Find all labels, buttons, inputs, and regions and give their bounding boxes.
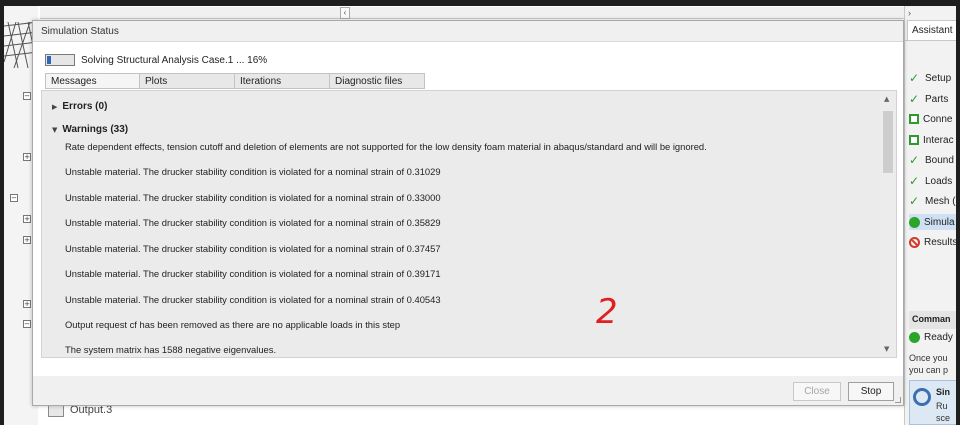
warning-message: Unstable material. The drucker stability… xyxy=(65,268,441,279)
step-setup[interactable]: ✓ Setup xyxy=(909,70,951,86)
step-parts[interactable]: ✓ Parts xyxy=(909,91,948,107)
resize-grip-icon[interactable] xyxy=(895,397,901,403)
scroll-left-button[interactable]: ‹ xyxy=(340,7,350,19)
step-label: Interac xyxy=(923,134,954,146)
progress-text: Solving Structural Analysis Case.1 ... 1… xyxy=(81,54,268,66)
step-label: Results xyxy=(924,236,956,248)
scroll-up-icon[interactable]: ▲ xyxy=(884,95,889,103)
tab-bar: Messages Plots Iterations Diagnostic fil… xyxy=(45,73,425,89)
right-border xyxy=(956,0,960,425)
step-interactions[interactable]: Interac xyxy=(909,132,954,148)
step-label: Bound xyxy=(925,154,954,166)
simulation-card-desc-line: sce xyxy=(936,413,951,423)
running-status-icon xyxy=(909,216,920,228)
step-results[interactable]: Results xyxy=(909,234,956,250)
tree-expand-icon[interactable]: + xyxy=(23,215,31,223)
step-connections[interactable]: Conne xyxy=(909,111,952,127)
checkmark-icon: ✓ xyxy=(909,71,920,85)
scrollbar-thumb[interactable] xyxy=(883,111,893,173)
errors-section[interactable]: ▶ Errors (0) xyxy=(52,101,107,112)
tab-plots[interactable]: Plots xyxy=(140,73,235,89)
step-label: Parts xyxy=(925,93,949,105)
warning-message: Output request cf has been removed as th… xyxy=(65,319,401,330)
assistant-panel: › Assistant ✓ Setup ✓ Parts Conne Intera… xyxy=(904,6,956,425)
scroll-down-icon[interactable]: ▼ xyxy=(884,345,889,353)
warning-message: The system matrix has 1588 negative eige… xyxy=(65,344,277,355)
warnings-section[interactable]: ▼ Warnings (33) xyxy=(52,124,128,135)
messages-scrollbar[interactable]: ▲ ▼ xyxy=(880,91,896,357)
tree-expand-icon[interactable]: − xyxy=(10,194,18,202)
step-label: Loads xyxy=(925,175,953,187)
simulation-status-dialog: Simulation Status Solving Structural Ana… xyxy=(32,20,904,406)
tab-assistant[interactable]: Assistant xyxy=(907,20,956,40)
checkmark-icon: ✓ xyxy=(909,194,920,208)
progress-bar xyxy=(45,54,75,66)
simulation-card[interactable]: Sin Ru sce xyxy=(909,380,956,425)
tree-expand-icon[interactable]: + xyxy=(23,153,31,161)
step-mesh[interactable]: ✓ Mesh ( xyxy=(909,193,956,209)
ready-status: Ready xyxy=(909,332,953,343)
ready-label: Ready xyxy=(924,332,953,343)
warning-message: Unstable material. The drucker stability… xyxy=(65,217,441,228)
horizontal-scrollbar[interactable] xyxy=(40,7,904,19)
expand-arrow-icon[interactable]: › xyxy=(908,8,911,18)
warning-message: Unstable material. The drucker stability… xyxy=(65,192,441,203)
stop-button[interactable]: Stop xyxy=(848,382,894,401)
checkmark-icon: ✓ xyxy=(909,174,920,188)
step-boundary[interactable]: ✓ Bound xyxy=(909,152,954,168)
dialog-title: Simulation Status xyxy=(41,26,119,37)
command-info: Once you you can p xyxy=(909,352,956,376)
step-label: Mesh ( xyxy=(925,195,956,207)
tab-iterations[interactable]: Iterations xyxy=(235,73,330,89)
step-label: Simula xyxy=(924,216,955,228)
warning-message: Unstable material. The drucker stability… xyxy=(65,166,441,177)
simulation-card-title: Sin xyxy=(936,387,951,397)
checkmark-icon: ✓ xyxy=(909,92,920,106)
tab-divider xyxy=(905,40,956,41)
progress-row: Solving Structural Analysis Case.1 ... 1… xyxy=(45,54,267,66)
step-simulation[interactable]: Simula xyxy=(909,214,956,230)
messages-panel: ▶ Errors (0) ▼ Warnings (33) Rate depend… xyxy=(41,90,897,358)
command-info-line: Once you xyxy=(909,353,948,363)
ready-status-icon xyxy=(909,332,920,343)
command-info-line: you can p xyxy=(909,365,949,375)
top-bar xyxy=(0,0,960,6)
warning-message: Rate dependent effects, tension cutoff a… xyxy=(65,141,707,152)
warning-message: Unstable material. The drucker stability… xyxy=(65,243,441,254)
warnings-header: Warnings (33) xyxy=(62,124,129,135)
empty-checkbox-icon xyxy=(909,135,919,145)
empty-checkbox-icon xyxy=(909,114,919,124)
tab-diagnostic-files[interactable]: Diagnostic files xyxy=(330,73,425,89)
warning-message: Unstable material. The drucker stability… xyxy=(65,294,441,305)
no-entry-icon xyxy=(909,236,920,248)
step-label: Setup xyxy=(925,72,952,84)
checkmark-icon: ✓ xyxy=(909,153,920,167)
progress-fill xyxy=(47,56,52,64)
command-header: Comman xyxy=(909,311,956,329)
tree-expand-icon[interactable]: + xyxy=(23,300,31,308)
tab-messages[interactable]: Messages xyxy=(45,73,140,89)
refresh-icon xyxy=(913,388,931,406)
simulation-card-desc: Ru sce xyxy=(936,400,950,424)
tree-expand-icon[interactable]: − xyxy=(23,320,31,328)
errors-header: Errors (0) xyxy=(62,101,108,112)
tree-expand-icon[interactable]: − xyxy=(23,92,31,100)
handwritten-annotation: 2 xyxy=(596,292,618,332)
close-button[interactable]: Close xyxy=(793,382,841,401)
step-label: Conne xyxy=(923,113,953,125)
step-loads[interactable]: ✓ Loads xyxy=(909,173,952,189)
simulation-card-desc-line: Ru xyxy=(936,401,948,411)
collapsed-caret-icon: ▶ xyxy=(52,102,58,111)
tree-expand-icon[interactable]: + xyxy=(23,236,31,244)
expanded-caret-icon: ▼ xyxy=(52,125,58,134)
